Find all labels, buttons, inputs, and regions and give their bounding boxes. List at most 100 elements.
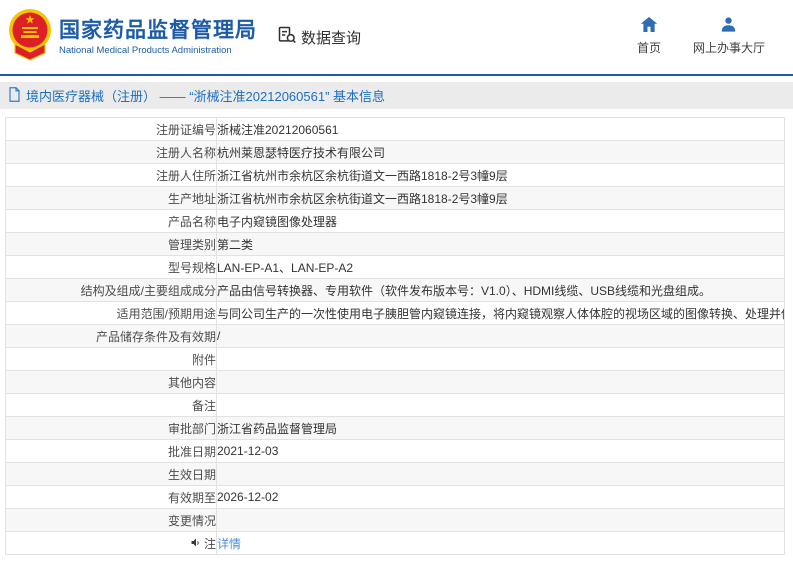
row-label-cell: 备注 bbox=[5, 393, 217, 417]
row-value-cell: LAN-EP-A1、LAN-EP-A2 bbox=[216, 255, 785, 279]
nav-home-label: 首页 bbox=[636, 41, 661, 55]
table-row: 注册人住所 浙江省杭州市余杭区余杭街道文一西路1818-2号3幢9层 bbox=[5, 163, 785, 187]
table-row: 生效日期 bbox=[5, 462, 785, 486]
row-value-cell bbox=[216, 370, 785, 394]
row-label-cell: 管理类别 bbox=[5, 232, 217, 256]
row-value-cell: 与同公司生产的一次性使用电子胰胆管内窥镜连接，将内窥镜观察人体体腔的视场区域的图… bbox=[216, 301, 785, 325]
data-query-label: 数据查询 bbox=[301, 29, 362, 47]
row-value: 浙江省药品监督管理局 bbox=[217, 421, 338, 436]
row-label-cell: 有效期至 bbox=[5, 485, 217, 509]
row-label: 其他内容 bbox=[167, 375, 216, 390]
row-value-cell: 详情 bbox=[216, 531, 785, 555]
table-row: 附件 bbox=[5, 347, 785, 371]
row-value: LAN-EP-A1、LAN-EP-A2 bbox=[217, 260, 354, 275]
table-row: 批准日期 2021-12-03 bbox=[5, 439, 785, 463]
row-value-cell: 浙械注准20212060561 bbox=[216, 117, 785, 141]
row-label: 变更情况 bbox=[167, 513, 216, 528]
row-label: 有效期至 bbox=[167, 490, 216, 505]
row-value-cell: 浙江省杭州市余杭区余杭街道文一西路1818-2号3幢9层 bbox=[216, 163, 785, 187]
nav-hall-label: 网上办事大厅 bbox=[692, 41, 765, 55]
table-row: 其他内容 bbox=[5, 370, 785, 394]
data-query-tab[interactable]: 数据查询 bbox=[277, 25, 361, 49]
row-label: 注册证编号 bbox=[155, 122, 216, 137]
table-row: 注册证编号 浙械注准20212060561 bbox=[5, 117, 785, 141]
table-row: 有效期至 2026-12-02 bbox=[5, 485, 785, 509]
row-label-cell: 审批部门 bbox=[5, 416, 217, 440]
row-value-cell: 电子内窥镜图像处理器 bbox=[216, 209, 785, 233]
row-label: 结构及组成/主要组成成分 bbox=[80, 283, 216, 298]
row-value: 浙江省杭州市余杭区余杭街道文一西路1818-2号3幢9层 bbox=[217, 191, 508, 206]
row-value-cell bbox=[216, 462, 785, 486]
row-label: 生效日期 bbox=[167, 467, 216, 482]
row-value-cell: 第二类 bbox=[216, 232, 785, 256]
row-value-cell: / bbox=[216, 324, 785, 348]
site-title: 国家药品监督管理局 bbox=[59, 18, 257, 42]
row-value: 浙江省杭州市余杭区余杭街道文一西路1818-2号3幢9层 bbox=[217, 168, 508, 183]
table-row: 产品储存条件及有效期 / bbox=[5, 324, 785, 348]
row-value: 2026-12-02 bbox=[217, 490, 279, 504]
table-row: 管理类别 第二类 bbox=[5, 232, 785, 256]
row-label-cell: 产品名称 bbox=[5, 209, 217, 233]
row-value-cell: 2021-12-03 bbox=[216, 439, 785, 463]
row-label-cell: 注册证编号 bbox=[5, 117, 217, 141]
top-nav: 首页 网上办事大厅 bbox=[637, 16, 765, 56]
row-label-cell: 型号规格 bbox=[5, 255, 217, 279]
table-row: 适用范围/预期用途 与同公司生产的一次性使用电子胰胆管内窥镜连接，将内窥镜观察人体… bbox=[5, 301, 785, 325]
site-header: 国家药品监督管理局 National Medical Products Admi… bbox=[0, 0, 793, 76]
row-label-cell: 产品储存条件及有效期 bbox=[5, 324, 217, 348]
row-value-cell bbox=[216, 508, 785, 532]
row-label: 审批部门 bbox=[167, 421, 216, 436]
row-label: 注册人住所 bbox=[155, 168, 216, 183]
row-value: 第二类 bbox=[217, 237, 254, 252]
nmpa-logo: 国家药品监督管理局 National Medical Products Admi… bbox=[0, 8, 257, 67]
table-row: 生产地址 浙江省杭州市余杭区余杭街道文一西路1818-2号3幢9层 bbox=[5, 186, 785, 210]
row-value: 产品由信号转换器、专用软件（软件发布版本号：V1.0）、HDMI线缆、USB线缆… bbox=[217, 283, 712, 298]
row-label-cell: 注册人住所 bbox=[5, 163, 217, 187]
row-value-cell bbox=[216, 393, 785, 417]
nav-service-hall[interactable]: 网上办事大厅 bbox=[693, 16, 765, 56]
table-row: 型号规格 LAN-EP-A1、LAN-EP-A2 bbox=[5, 255, 785, 279]
registration-info-table: 注册证编号 浙械注准20212060561 注册人名称 杭州莱恩瑟特医疗技术有限公司注… bbox=[5, 117, 785, 555]
row-value-cell bbox=[216, 347, 785, 371]
row-label-cell: 批准日期 bbox=[5, 439, 217, 463]
table-row: 变更情况 bbox=[5, 508, 785, 532]
row-value-cell: 杭州莱恩瑟特医疗技术有限公司 bbox=[216, 140, 785, 164]
horn-icon bbox=[190, 537, 204, 551]
row-label-cell: 变更情况 bbox=[5, 508, 217, 532]
row-label-cell: 适用范围/预期用途 bbox=[5, 301, 217, 325]
row-value: 浙械注准20212060561 bbox=[217, 122, 339, 137]
row-label: 适用范围/预期用途 bbox=[116, 306, 216, 321]
breadcrumb-bar: 境内医疗器械（注册） —— “浙械注准20212060561” 基本信息 bbox=[0, 82, 793, 109]
row-label-cell: 生效日期 bbox=[5, 462, 217, 486]
document-search-icon bbox=[277, 25, 297, 49]
row-value-cell: 产品由信号转换器、专用软件（软件发布版本号：V1.0）、HDMI线缆、USB线缆… bbox=[216, 278, 785, 302]
details-link[interactable]: 详情 bbox=[218, 537, 242, 551]
row-value: 与同公司生产的一次性使用电子胰胆管内窥镜连接，将内窥镜观察人体体腔的视场区域的图… bbox=[217, 306, 784, 321]
row-label: 生产地址 bbox=[167, 191, 216, 206]
page-icon bbox=[8, 86, 21, 105]
row-label: 附件 bbox=[191, 352, 216, 367]
row-label-cell: 结构及组成/主要组成成分 bbox=[5, 278, 217, 302]
row-label: 产品储存条件及有效期 bbox=[95, 329, 216, 344]
row-value: 杭州莱恩瑟特医疗技术有限公司 bbox=[217, 145, 386, 160]
nav-home[interactable]: 首页 bbox=[637, 16, 661, 56]
row-label: 注册人名称 bbox=[155, 145, 216, 160]
row-label-cell: 注册人名称 bbox=[5, 140, 217, 164]
home-icon bbox=[640, 16, 658, 36]
row-label: 批准日期 bbox=[167, 444, 216, 459]
site-subtitle: National Medical Products Administration bbox=[59, 44, 232, 56]
row-label: 型号规格 bbox=[167, 260, 216, 275]
row-label: 管理类别 bbox=[167, 237, 216, 252]
registration-info-section: 注册证编号 浙械注准20212060561 注册人名称 杭州莱恩瑟特医疗技术有限公司注… bbox=[5, 117, 785, 555]
user-icon bbox=[720, 16, 737, 36]
national-emblem-icon bbox=[8, 8, 52, 67]
row-value-cell: 2026-12-02 bbox=[216, 485, 785, 509]
table-row: 备注 bbox=[5, 393, 785, 417]
row-value: 2021-12-03 bbox=[217, 444, 279, 458]
row-label-cell: 附件 bbox=[5, 347, 217, 371]
row-value-cell: 浙江省杭州市余杭区余杭街道文一西路1818-2号3幢9层 bbox=[216, 186, 785, 210]
row-value: / bbox=[217, 329, 221, 343]
table-row: 注册人名称 杭州莱恩瑟特医疗技术有限公司 bbox=[5, 140, 785, 164]
row-label: 注 bbox=[203, 536, 216, 551]
table-row: 产品名称 电子内窥镜图像处理器 bbox=[5, 209, 785, 233]
